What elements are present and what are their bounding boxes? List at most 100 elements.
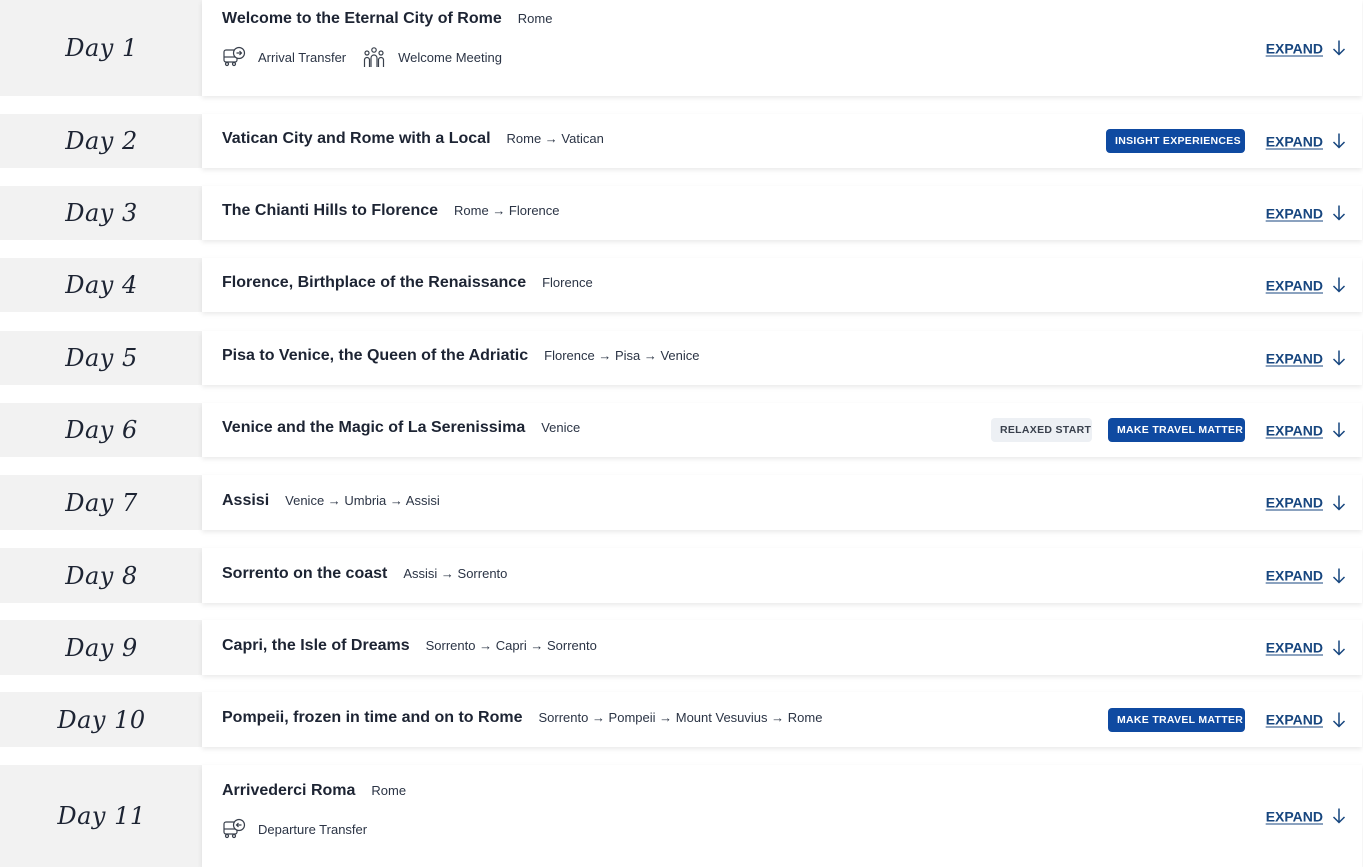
day-route: Venice → Umbria → Assisi xyxy=(285,493,440,508)
arrow-down-icon xyxy=(1323,277,1346,294)
day-number-panel: Day 4 xyxy=(0,258,203,312)
day-card: Florence, Birthplace of the Renaissance F… xyxy=(202,258,1362,312)
badge-relaxed-start: RELAXED START xyxy=(991,418,1092,442)
day-label: Day 7 xyxy=(65,488,138,517)
expand-button[interactable]: EXPAND xyxy=(1266,422,1346,439)
itinerary-day-row: Day 3 The Chianti Hills to Florence Rome →… xyxy=(0,186,1363,240)
day-title: Vatican City and Rome with a Local xyxy=(222,130,491,147)
itinerary-day-row: Day 11 Arrivederci Roma Rome Departure Tran… xyxy=(0,765,1363,867)
day-route: Assisi → Sorrento xyxy=(403,566,508,581)
expand-label[interactable]: EXPAND xyxy=(1266,422,1323,438)
day-heading: Arrivederci Roma Rome xyxy=(222,782,406,800)
day-title: Venice and the Magic of La Serenissima xyxy=(222,419,526,436)
expand-button[interactable]: EXPAND xyxy=(1266,711,1346,728)
itinerary-day-row: Day 8 Sorrento on the coast Assisi → Sorre… xyxy=(0,548,1363,603)
day-heading: Capri, the Isle of Dreams Sorrento → Capr… xyxy=(222,637,597,655)
day-number-panel: Day 3 xyxy=(0,186,203,240)
day-heading: Sorrento on the coast Assisi → Sorrento xyxy=(222,565,507,583)
day-label: Day 5 xyxy=(65,344,138,372)
arrow-down-icon xyxy=(1323,711,1346,728)
day-card: Venice and the Magic of La Serenissima Ve… xyxy=(202,403,1362,457)
day-route: Florence → Pisa → Venice xyxy=(544,348,700,363)
day-card: Pompeii, frozen in time and on to Rome So… xyxy=(202,692,1362,747)
day-heading: Welcome to the Eternal City of Rome Rome xyxy=(222,10,552,28)
arrow-down-icon xyxy=(1323,639,1346,656)
day-title: Florence, Birthplace of the Renaissance xyxy=(222,274,527,291)
arrow-down-icon xyxy=(1323,422,1346,439)
day-card: Vatican City and Rome with a Local Rome →… xyxy=(202,114,1362,168)
expand-label[interactable]: EXPAND xyxy=(1266,495,1323,511)
day-label: Day 2 xyxy=(65,127,138,155)
expand-button[interactable]: EXPAND xyxy=(1266,350,1346,367)
day-highlights: Arrival Transfer Welcome Meeting xyxy=(222,45,518,69)
expand-label[interactable]: EXPAND xyxy=(1266,712,1323,728)
day-card: Sorrento on the coast Assisi → Sorrento EX… xyxy=(202,548,1362,603)
itinerary-day-row: Day 2 Vatican City and Rome with a Local R… xyxy=(0,114,1363,168)
itinerary-list: Day 1 Welcome to the Eternal City of Rome… xyxy=(0,0,1363,867)
arrow-down-icon xyxy=(1323,808,1346,825)
itinerary-day-row: Day 1 Welcome to the Eternal City of Rome… xyxy=(0,0,1363,96)
expand-button[interactable]: EXPAND xyxy=(1266,567,1346,584)
expand-label[interactable]: EXPAND xyxy=(1266,568,1323,584)
day-title: Pompeii, frozen in time and on to Rome xyxy=(222,709,523,726)
itinerary-day-row: Day 7 Assisi Venice → Umbria → Assisi EXPAN… xyxy=(0,475,1363,530)
departure-transfer-icon xyxy=(222,817,258,841)
day-label: Day 11 xyxy=(57,802,146,830)
expand-label[interactable]: EXPAND xyxy=(1266,40,1323,56)
expand-label[interactable]: EXPAND xyxy=(1266,350,1323,366)
itinerary-day-row: Day 10 Pompeii, frozen in time and on to … xyxy=(0,692,1363,747)
day-number-panel: Day 6 xyxy=(0,403,203,457)
day-route: Florence xyxy=(542,275,593,290)
expand-label[interactable]: EXPAND xyxy=(1266,808,1323,824)
day-title: Welcome to the Eternal City of Rome xyxy=(222,10,502,27)
arrival-transfer-icon xyxy=(222,45,258,69)
day-label: Day 6 xyxy=(65,416,138,444)
day-heading: The Chianti Hills to Florence Rome → Flor… xyxy=(222,202,560,220)
day-number-panel: Day 7 xyxy=(0,475,203,530)
welcome-meeting-icon xyxy=(362,45,398,69)
highlight-welcome-meeting: Welcome Meeting xyxy=(362,45,502,69)
expand-button[interactable]: EXPAND xyxy=(1266,40,1346,57)
badge-insight-experiences: INSIGHT EXPERIENCES xyxy=(1106,129,1245,153)
day-title: The Chianti Hills to Florence xyxy=(222,202,439,219)
arrow-down-icon xyxy=(1323,494,1346,511)
highlight-departure-transfer: Departure Transfer xyxy=(222,817,367,841)
day-label: Day 9 xyxy=(65,633,138,662)
itinerary-day-row: Day 4 Florence, Birthplace of the Renaiss… xyxy=(0,258,1363,312)
day-heading: Florence, Birthplace of the Renaissance F… xyxy=(222,274,593,292)
day-route: Rome → Florence xyxy=(454,203,560,218)
expand-button[interactable]: EXPAND xyxy=(1266,639,1346,656)
day-number-panel: Day 5 xyxy=(0,331,203,385)
expand-label[interactable]: EXPAND xyxy=(1266,277,1323,293)
expand-button[interactable]: EXPAND xyxy=(1266,808,1346,825)
itinerary-day-row: Day 5 Pisa to Venice, the Queen of the Ad… xyxy=(0,331,1363,385)
day-card: Pisa to Venice, the Queen of the Adriati… xyxy=(202,331,1362,385)
expand-label[interactable]: EXPAND xyxy=(1266,640,1323,656)
expand-label[interactable]: EXPAND xyxy=(1266,205,1323,221)
highlight-label: Departure Transfer xyxy=(258,821,368,837)
arrow-down-icon xyxy=(1323,133,1346,150)
day-label: Day 3 xyxy=(65,199,138,227)
highlight-arrival-transfer: Arrival Transfer xyxy=(222,45,346,69)
expand-button[interactable]: EXPAND xyxy=(1266,133,1346,150)
day-number-panel: Day 9 xyxy=(0,620,203,675)
day-heading: Pisa to Venice, the Queen of the Adriati… xyxy=(222,347,700,365)
day-number-panel: Day 8 xyxy=(0,548,203,603)
day-heading: Pompeii, frozen in time and on to Rome So… xyxy=(222,709,822,727)
arrow-down-icon xyxy=(1323,350,1346,367)
expand-button[interactable]: EXPAND xyxy=(1266,205,1346,222)
day-route: Rome xyxy=(517,11,553,26)
day-highlights: Departure Transfer xyxy=(222,817,383,841)
day-route: Rome → Vatican xyxy=(506,131,604,146)
day-route: Sorrento → Pompeii → Mount Vesuvius → Ro… xyxy=(538,710,823,725)
arrow-down-icon xyxy=(1323,567,1346,584)
highlight-label: Arrival Transfer xyxy=(258,49,347,65)
expand-button[interactable]: EXPAND xyxy=(1266,494,1346,511)
day-number-panel: Day 11 xyxy=(0,765,203,867)
badge-make-travel-matter: MAKE TRAVEL MATTER xyxy=(1108,418,1245,442)
day-route: Venice xyxy=(541,420,581,435)
expand-label[interactable]: EXPAND xyxy=(1266,133,1323,149)
expand-button[interactable]: EXPAND xyxy=(1266,277,1346,294)
day-title: Assisi xyxy=(222,492,270,509)
day-label: Day 1 xyxy=(65,34,138,62)
